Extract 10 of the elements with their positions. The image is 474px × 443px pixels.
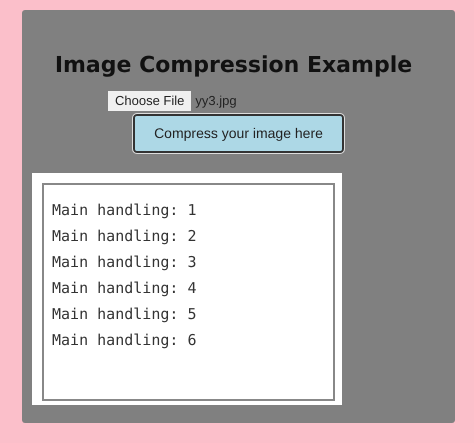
page-title: Image Compression Example	[54, 52, 412, 80]
compress-button[interactable]: Compress your image here	[133, 114, 344, 153]
output-line: Main handling: 6	[52, 330, 198, 351]
output-line: Main handling: 2	[52, 226, 198, 247]
file-name: yy3.jpg	[195, 92, 237, 110]
output-line: Main handling: 3	[52, 252, 198, 273]
output-line: Main handling: 1	[52, 200, 198, 221]
output-line: Main handling: 4	[52, 278, 198, 299]
output-line: Main handling: 5	[52, 304, 198, 325]
choose-file-button[interactable]: Choose File	[108, 91, 192, 111]
